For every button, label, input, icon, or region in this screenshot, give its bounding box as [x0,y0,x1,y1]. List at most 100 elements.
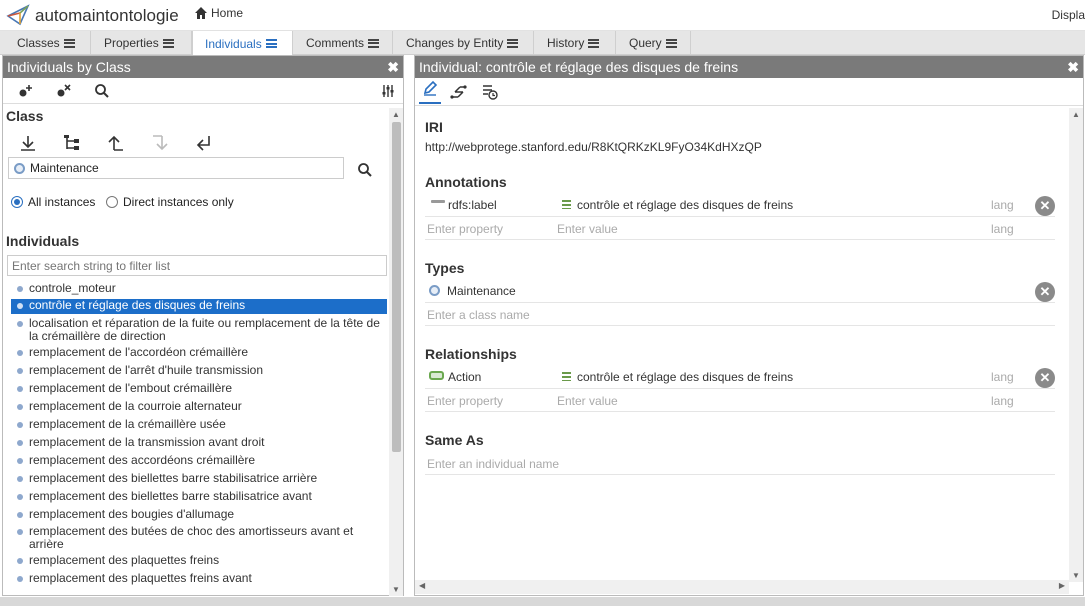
tab-label: Individuals [205,36,262,51]
menu-icon[interactable] [63,38,75,48]
tab-classes[interactable]: Classes [4,31,91,55]
iri-label: IRI [425,119,443,135]
display-menu[interactable]: Displa [1052,8,1085,22]
enter-property-input[interactable]: Enter property [427,222,503,236]
individual-icon [17,512,23,518]
type-value[interactable]: Maintenance [447,284,516,298]
list-item-label: remplacement de l'accordéon crémaillère [29,345,249,359]
annotation-property[interactable]: rdfs:label [448,198,497,212]
list-item[interactable]: remplacement de l'accordéon crémaillère [11,346,387,361]
scroll-left-icon[interactable]: ◀ [419,581,425,590]
list-item[interactable]: localisation et réparation de la fuite o… [11,317,387,345]
scroll-thumb[interactable] [392,122,401,452]
relationships-label: Relationships [425,346,517,362]
tab-history[interactable]: History [534,31,616,55]
tab-query[interactable]: Query [616,31,691,55]
lang-field[interactable]: lang [991,370,1014,384]
list-item[interactable]: contrôle et réglage des disques de frein… [11,299,387,314]
list-item[interactable]: remplacement des plaquettes freins [11,554,387,569]
close-icon[interactable]: ✖ [1067,56,1079,78]
scroll-right-icon[interactable]: ▶ [1059,581,1065,590]
tab-individuals[interactable]: Individuals [192,31,293,56]
menu-icon[interactable] [507,38,519,48]
remove-annotation-button[interactable]: ✕ [1035,196,1055,216]
tab-label: Comments [306,36,365,50]
tab-properties[interactable]: Properties [91,31,192,55]
lang-field[interactable]: lang [991,394,1014,408]
list-item[interactable]: remplacement des butées de choc des amor… [11,525,387,553]
class-icon [429,285,440,296]
annotation-property-icon [431,200,445,203]
list-item-label: remplacement des bougies d'allumage [29,507,235,521]
individual-icon [17,494,23,500]
lang-field[interactable]: lang [991,198,1014,212]
enter-value-input[interactable]: Enter value [557,222,618,236]
list-item-label: remplacement des plaquettes freins avant [29,571,252,585]
enter-value-input[interactable]: Enter value [557,394,618,408]
new-type-row: Enter a class name [425,303,1055,326]
scroll-down-icon[interactable]: ▼ [392,585,400,594]
individual-icon [17,303,23,309]
same-as-row: Enter an individual name [425,452,1055,475]
graph-icon[interactable] [449,82,467,103]
webprotege-logo-icon[interactable] [6,4,30,26]
enter-class-input[interactable]: Enter a class name [427,308,530,322]
tab-changes-by-entity[interactable]: Changes by Entity [393,31,534,55]
individual-icon [17,386,23,392]
individual-icon [17,404,23,410]
home-icon [195,7,207,19]
list-item[interactable]: remplacement des biellettes barre stabil… [11,490,387,505]
individual-icon [17,286,23,292]
list-item[interactable]: remplacement des accordéons crémaillère [11,454,387,469]
vertical-scrollbar[interactable]: ▲ ▼ [389,108,403,596]
list-item[interactable]: remplacement de l'embout crémaillère [11,382,387,397]
menu-icon[interactable] [665,38,677,48]
enter-property-input[interactable]: Enter property [427,394,503,408]
list-item[interactable]: remplacement des plaquettes freins avant [11,572,387,587]
edit-icon[interactable] [419,80,441,104]
remove-relationship-button[interactable]: ✕ [1035,368,1055,388]
same-as-label: Same As [425,432,484,448]
individuals-by-class-panel: Individuals by Class ✖ Class Maintenance… [2,55,404,596]
menu-icon[interactable] [588,38,600,48]
list-item[interactable]: remplacement de la transmission avant dr… [11,436,387,451]
list-item[interactable]: controle_moteur [11,282,387,297]
scroll-up-icon[interactable]: ▲ [392,110,400,119]
scroll-down-icon[interactable]: ▼ [1072,571,1080,580]
list-item-label: remplacement des accordéons crémaillère [29,453,256,467]
relationship-row: Action contrôle et réglage des disques d… [425,366,1055,389]
horizontal-scrollbar[interactable]: ◀ ▶ [415,580,1069,594]
lang-field[interactable]: lang [991,222,1014,236]
list-item-label: controle_moteur [29,281,116,295]
list-item[interactable]: remplacement des bougies d'allumage [11,508,387,523]
bottom-scrollbar[interactable] [0,597,1085,606]
list-item[interactable]: remplacement des biellettes barre stabil… [11,472,387,487]
home-link[interactable]: Home [194,6,243,20]
new-relationship-row: Enter property Enter value lang [425,389,1055,412]
list-item[interactable]: remplacement de la crémaillère usée [11,418,387,433]
enter-individual-input[interactable]: Enter an individual name [427,457,559,471]
annotation-value[interactable]: contrôle et réglage des disques de frein… [577,198,793,212]
menu-icon[interactable] [265,39,277,48]
tab-comments[interactable]: Comments [293,31,393,55]
vertical-scrollbar[interactable]: ▲ ▼ [1069,108,1083,582]
relationship-value[interactable]: contrôle et réglage des disques de frein… [577,370,793,384]
panel-title: Individual: contrôle et réglage des disq… [419,59,739,75]
relationship-property[interactable]: Action [448,370,481,384]
annotation-row: rdfs:label contrôle et réglage des disqu… [425,194,1055,217]
menu-icon[interactable] [162,38,174,48]
list-item-label: remplacement des butées de choc des amor… [29,524,354,551]
tab-label: Changes by Entity [406,36,504,50]
individual-icon [17,576,23,582]
history-list-icon[interactable] [481,83,499,104]
scroll-up-icon[interactable]: ▲ [1072,110,1080,119]
editor-toolbar [415,78,1083,106]
list-item-label: remplacement de la crémaillère usée [29,417,226,431]
remove-type-button[interactable]: ✕ [1035,282,1055,302]
list-item[interactable]: remplacement de la courroie alternateur [11,400,387,415]
list-item-label: remplacement des biellettes barre stabil… [29,471,318,485]
tab-label: Properties [104,36,159,50]
list-item[interactable]: remplacement de l'arrêt d'huile transmis… [11,364,387,379]
list-item-label: remplacement des plaquettes freins [29,553,220,567]
menu-icon[interactable] [368,38,380,48]
